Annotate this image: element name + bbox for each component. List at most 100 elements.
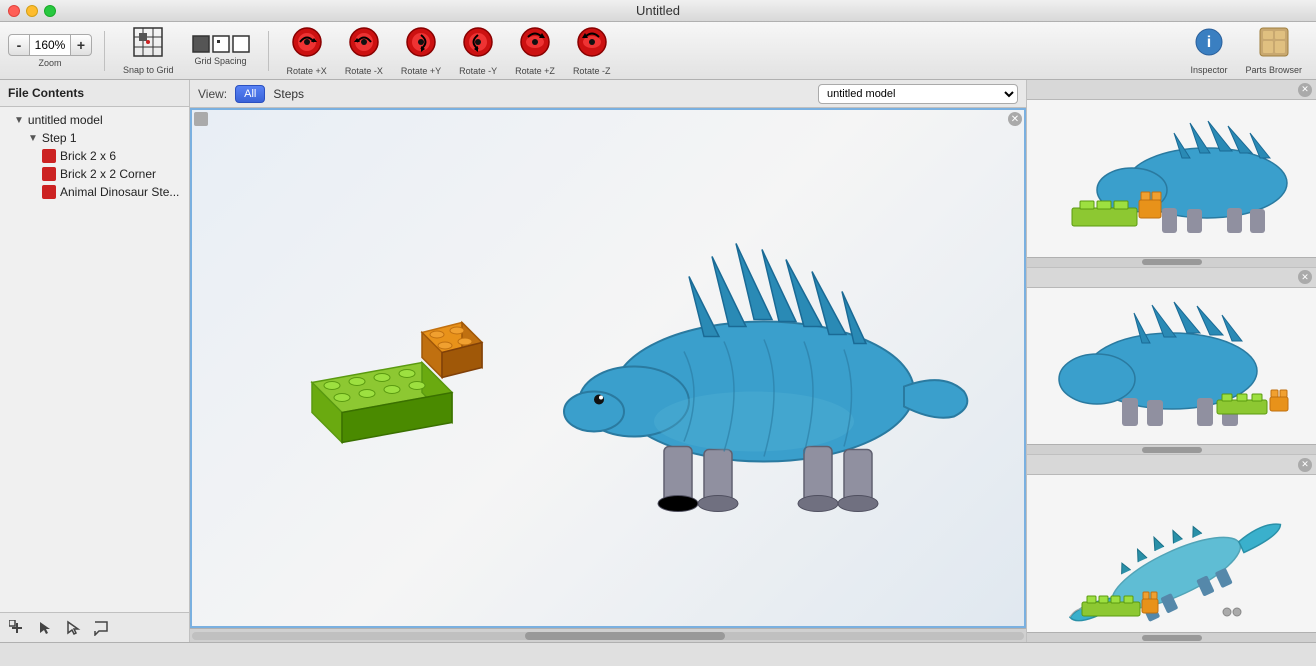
parts-browser-label: Parts Browser (1245, 65, 1302, 75)
expand-icon: ▼ (14, 115, 24, 126)
rotate-py-icon (404, 25, 438, 63)
sidebar-tools (0, 612, 189, 642)
tree-item-model[interactable]: ▼ untitled model (0, 111, 189, 129)
rotate-pz-icon (518, 25, 552, 63)
titlebar: Untitled (0, 0, 1316, 22)
snap-to-grid-icon (132, 26, 164, 62)
zoom-value-display: 160% (30, 34, 70, 56)
panel-scroll-thumb-2[interactable] (1142, 447, 1202, 453)
parts-browser-button[interactable]: Parts Browser (1239, 22, 1308, 79)
inspector-icon: i (1193, 26, 1225, 62)
panel-1-thumbnail (1042, 118, 1302, 238)
rotate-ny-icon (461, 25, 495, 63)
rotate-px-icon (290, 25, 324, 63)
panel-section-3: ✕ (1027, 455, 1316, 642)
rotate-px-button[interactable]: Rotate +X (281, 21, 333, 80)
view-label: View: (198, 87, 227, 101)
viewport-canvas[interactable]: ✕ (190, 108, 1026, 628)
panel-thumbnail-2 (1027, 288, 1316, 445)
select-tool-button[interactable] (34, 617, 56, 639)
tree-item-brick-2x6-label: Brick 2 x 6 (60, 149, 116, 163)
tree-item-brick-2x6[interactable]: Brick 2 x 6 (0, 147, 189, 165)
panel-section-2: ✕ (1027, 268, 1316, 456)
rotate-ny-button[interactable]: Rotate -Y (453, 21, 503, 80)
separator-1 (104, 31, 105, 71)
orange-brick-svg (412, 312, 492, 392)
panel-header-2: ✕ (1027, 268, 1316, 288)
rotate-py-button[interactable]: Rotate +Y (395, 21, 447, 80)
panel-close-button-2[interactable]: ✕ (1298, 270, 1312, 284)
grid-spacing-group: Grid Spacing (186, 31, 256, 70)
grid-spacing-icon (192, 35, 250, 53)
rotate-nz-button[interactable]: Rotate -Z (567, 21, 617, 80)
scrollbar-thumb[interactable] (525, 632, 725, 640)
file-tree: ▼ untitled model ▼ Step 1 Brick 2 x 6 Br… (0, 107, 189, 612)
panel-thumbnail-3 (1027, 475, 1316, 632)
sidebar-header: File Contents (0, 80, 189, 107)
model-select[interactable]: untitled model (818, 84, 1018, 104)
tree-item-model-label: untitled model (28, 113, 103, 127)
parts-browser-icon (1258, 26, 1290, 62)
zoom-control: - 160% + Zoom (8, 34, 92, 68)
window-controls (8, 5, 56, 17)
separator-2 (268, 31, 269, 71)
panel-scrollbar-2[interactable] (1027, 444, 1316, 454)
rotate-pz-button[interactable]: Rotate +Z (509, 21, 561, 80)
snap-to-grid-label: Snap to Grid (123, 65, 174, 75)
main-area: File Contents ▼ untitled model ▼ Step 1 … (0, 80, 1316, 642)
minimize-window-button[interactable] (26, 5, 38, 17)
zoom-label: Zoom (38, 58, 61, 68)
view-steps-label: Steps (273, 87, 304, 101)
rotate-nx-label: Rotate -X (345, 66, 383, 76)
expand-icon: ▼ (28, 133, 38, 144)
tree-item-brick-2x2corner[interactable]: Brick 2 x 2 Corner (0, 165, 189, 183)
rotate-pz-label: Rotate +Z (515, 66, 555, 76)
panel-section-1: ✕ (1027, 80, 1316, 268)
brick-icon (42, 149, 56, 163)
right-panel: ✕ (1026, 80, 1316, 642)
panel-header-3: ✕ (1027, 455, 1316, 475)
rotate-py-label: Rotate +Y (401, 66, 441, 76)
arrow-tool-button[interactable] (62, 617, 84, 639)
tree-item-dino-label: Animal Dinosaur Ste... (60, 185, 179, 199)
panel-close-button-1[interactable]: ✕ (1298, 83, 1312, 97)
tree-item-step1[interactable]: ▼ Step 1 (0, 129, 189, 147)
zoom-plus-button[interactable]: + (70, 34, 92, 56)
panel-3-thumbnail (1042, 484, 1302, 624)
snap-to-grid-button[interactable]: Snap to Grid (117, 22, 180, 79)
view-toolbar: View: All Steps untitled model (190, 80, 1026, 108)
rotate-nx-icon (347, 25, 381, 63)
brick-icon (42, 167, 56, 181)
panel-scrollbar-3[interactable] (1027, 632, 1316, 642)
toolbar: - 160% + Zoom Snap to Grid (0, 22, 1316, 80)
tree-item-step1-label: Step 1 (42, 131, 77, 145)
rotate-ny-label: Rotate -Y (459, 66, 497, 76)
maximize-window-button[interactable] (44, 5, 56, 17)
panel-scroll-thumb-1[interactable] (1142, 259, 1202, 265)
brick-group (292, 322, 472, 465)
window-title: Untitled (636, 3, 680, 18)
rotate-px-label: Rotate +X (287, 66, 327, 76)
panel-scroll-thumb-3[interactable] (1142, 635, 1202, 641)
panel-thumbnail-1 (1027, 100, 1316, 257)
close-window-button[interactable] (8, 5, 20, 17)
panel-2-thumbnail (1042, 301, 1302, 431)
viewport-container: View: All Steps untitled model ✕ (190, 80, 1026, 642)
rotate-nz-icon (575, 25, 609, 63)
comment-tool-button[interactable] (90, 617, 112, 639)
tree-item-dino[interactable]: Animal Dinosaur Ste... (0, 183, 189, 201)
scrollbar-track (192, 632, 1024, 640)
stegosaurus-svg (504, 192, 1024, 542)
rotate-nx-button[interactable]: Rotate -X (339, 21, 389, 80)
tree-item-brick-2x2corner-label: Brick 2 x 2 Corner (60, 167, 156, 181)
3d-scene (192, 110, 1024, 626)
panel-close-button-3[interactable]: ✕ (1298, 458, 1312, 472)
add-tool-button[interactable] (6, 617, 28, 639)
inspector-button[interactable]: i Inspector (1184, 22, 1233, 79)
stegosaurus-model (504, 192, 1024, 545)
viewport-scrollbar-h[interactable] (190, 628, 1026, 642)
view-all-button[interactable]: All (235, 85, 265, 103)
bottom-bar (0, 642, 1316, 666)
panel-scrollbar-1[interactable] (1027, 257, 1316, 267)
zoom-minus-button[interactable]: - (8, 34, 30, 56)
